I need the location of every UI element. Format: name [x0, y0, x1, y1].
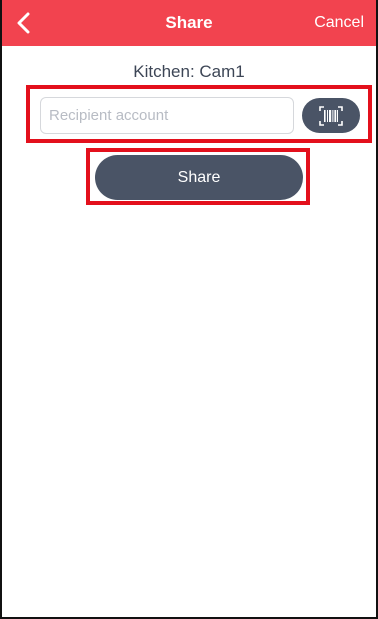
back-button[interactable] — [8, 7, 38, 39]
share-button[interactable]: Share — [95, 155, 303, 200]
barcode-scan-icon — [319, 105, 343, 126]
recipient-account-input[interactable] — [40, 97, 294, 134]
cancel-button[interactable]: Cancel — [314, 0, 364, 46]
share-screen: Share Cancel Kitchen: Cam1 Share — [0, 0, 378, 619]
device-name: Kitchen: Cam1 — [133, 62, 245, 81]
scan-barcode-button[interactable] — [302, 98, 360, 133]
chevron-left-icon — [17, 12, 30, 34]
nav-bar: Share Cancel — [2, 0, 376, 46]
